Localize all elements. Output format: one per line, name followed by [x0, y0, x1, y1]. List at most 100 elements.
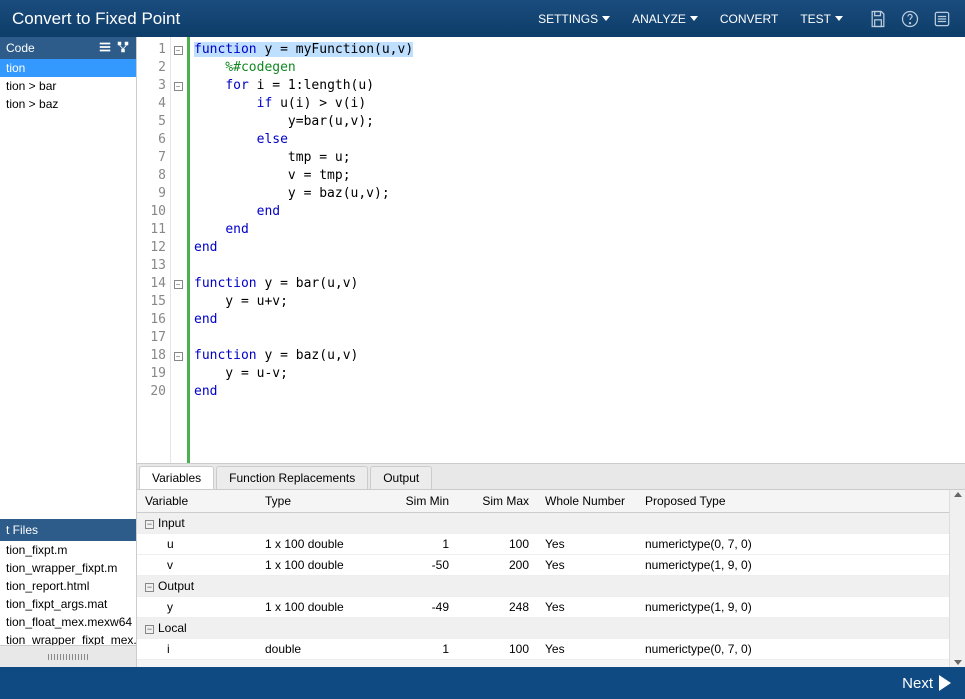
- cell-whole: Yes: [537, 534, 637, 555]
- cell-var: y: [137, 597, 257, 618]
- code-line[interactable]: tmp = u;: [194, 149, 957, 167]
- sidebar-code-item[interactable]: tion > bar: [0, 77, 136, 95]
- fold-marker: [171, 221, 185, 239]
- scroll-down-icon[interactable]: [954, 660, 962, 665]
- tree-view-icon[interactable]: [116, 40, 130, 57]
- column-header[interactable]: Sim Max: [457, 490, 537, 513]
- scroll-up-icon[interactable]: [954, 492, 962, 497]
- tab-function-replacements[interactable]: Function Replacements: [216, 466, 368, 489]
- fold-marker: [171, 95, 185, 113]
- code-line[interactable]: end: [194, 203, 957, 221]
- code-line[interactable]: function y = baz(u,v): [194, 347, 957, 365]
- list-view-icon[interactable]: [98, 40, 112, 57]
- footer-bar: Next: [0, 667, 965, 699]
- cell-prop: numerictype(1, 9, 0): [637, 597, 949, 618]
- line-number: 10: [137, 203, 166, 221]
- group-row[interactable]: −Input: [137, 513, 949, 534]
- table-row[interactable]: u1 x 100 double1100Yesnumerictype(0, 7, …: [137, 534, 949, 555]
- code-line[interactable]: y = u+v;: [194, 293, 957, 311]
- next-button[interactable]: Next: [902, 675, 951, 692]
- sidebar-file-item[interactable]: tion_wrapper_fixpt.m: [0, 559, 136, 577]
- menu-test[interactable]: TEST: [800, 12, 843, 26]
- line-number: 19: [137, 365, 166, 383]
- menu-analyze[interactable]: ANALYZE: [632, 12, 698, 26]
- cell-type: 1 x 100 double: [257, 597, 377, 618]
- column-header[interactable]: Type: [257, 490, 377, 513]
- save-icon[interactable]: [867, 8, 889, 30]
- fold-marker: [171, 149, 185, 167]
- code-line[interactable]: end: [194, 383, 957, 401]
- code-line[interactable]: y = u-v;: [194, 365, 957, 383]
- code-line[interactable]: for i = 1:length(u): [194, 77, 957, 95]
- sidebar-file-item[interactable]: tion_fixpt_args.mat: [0, 595, 136, 613]
- collapse-icon[interactable]: −: [145, 583, 154, 592]
- cell-whole: Yes: [537, 597, 637, 618]
- line-number: 12: [137, 239, 166, 257]
- cell-prop: numerictype(0, 7, 0): [637, 534, 949, 555]
- column-header[interactable]: Sim Min: [377, 490, 457, 513]
- code-line[interactable]: %#codegen: [194, 59, 957, 77]
- code-line[interactable]: end: [194, 221, 957, 239]
- group-row[interactable]: −Local: [137, 618, 949, 639]
- code-line[interactable]: function y = myFunction(u,v): [194, 41, 957, 59]
- cell-whole: Yes: [537, 639, 637, 660]
- fold-marker[interactable]: −: [171, 77, 185, 95]
- next-label: Next: [902, 675, 933, 692]
- code-line[interactable]: end: [194, 239, 957, 257]
- fold-marker[interactable]: −: [171, 347, 185, 365]
- tab-output[interactable]: Output: [370, 466, 432, 489]
- caret-down-icon: [602, 16, 610, 21]
- table-row[interactable]: idouble1100Yesnumerictype(0, 7, 0): [137, 639, 949, 660]
- line-number: 8: [137, 167, 166, 185]
- code-line[interactable]: end: [194, 311, 957, 329]
- collapse-icon[interactable]: −: [145, 520, 154, 529]
- scrollbar[interactable]: [949, 490, 965, 667]
- fold-marker: [171, 203, 185, 221]
- line-number: 5: [137, 113, 166, 131]
- help-icon[interactable]: [899, 8, 921, 30]
- collapse-icon[interactable]: −: [145, 625, 154, 634]
- menu-settings[interactable]: SETTINGS: [538, 12, 610, 26]
- cell-max: 200: [457, 555, 537, 576]
- code-line[interactable]: y=bar(u,v);: [194, 113, 957, 131]
- column-header[interactable]: Whole Number: [537, 490, 637, 513]
- table-row[interactable]: v1 x 100 double-50200Yesnumerictype(1, 9…: [137, 555, 949, 576]
- cell-type: 1 x 100 double: [257, 555, 377, 576]
- menu-convert[interactable]: CONVERT: [720, 12, 778, 26]
- code-line[interactable]: y = baz(u,v);: [194, 185, 957, 203]
- code-line[interactable]: [194, 257, 957, 275]
- line-number: 3: [137, 77, 166, 95]
- top-toolbar: Convert to Fixed Point SETTINGS ANALYZE …: [0, 0, 965, 37]
- sidebar-file-item[interactable]: tion_fixpt.m: [0, 541, 136, 559]
- fold-marker: [171, 59, 185, 77]
- column-header[interactable]: Proposed Type: [637, 490, 949, 513]
- group-row[interactable]: −Output: [137, 576, 949, 597]
- fold-marker: [171, 365, 185, 383]
- tab-strip: VariablesFunction ReplacementsOutput: [137, 464, 965, 490]
- cell-var: v: [137, 555, 257, 576]
- resize-handle[interactable]: [0, 645, 136, 667]
- code-line[interactable]: function y = bar(u,v): [194, 275, 957, 293]
- fold-marker[interactable]: −: [171, 275, 185, 293]
- sidebar-code-item[interactable]: tion: [0, 59, 136, 77]
- tab-variables[interactable]: Variables: [139, 466, 214, 489]
- line-number: 15: [137, 293, 166, 311]
- line-number: 18: [137, 347, 166, 365]
- cell-prop: numerictype(1, 9, 0): [637, 555, 949, 576]
- code-header-label: Code: [6, 41, 35, 55]
- fold-marker[interactable]: −: [171, 41, 185, 59]
- code-line[interactable]: if u(i) > v(i): [194, 95, 957, 113]
- sidebar-code-item[interactable]: tion > baz: [0, 95, 136, 113]
- column-header[interactable]: Variable: [137, 490, 257, 513]
- code-line[interactable]: else: [194, 131, 957, 149]
- sidebar-file-item[interactable]: tion_float_mex.mexw64: [0, 613, 136, 631]
- code-line[interactable]: [194, 329, 957, 347]
- code-panel-header: Code: [0, 37, 136, 59]
- line-number: 13: [137, 257, 166, 275]
- caret-down-icon: [690, 16, 698, 21]
- list-icon[interactable]: [931, 8, 953, 30]
- sidebar-file-item[interactable]: tion_report.html: [0, 577, 136, 595]
- code-line[interactable]: v = tmp;: [194, 167, 957, 185]
- code-editor[interactable]: 1234567891011121314151617181920 −−−− fun…: [137, 37, 965, 463]
- table-row[interactable]: y1 x 100 double-49248Yesnumerictype(1, 9…: [137, 597, 949, 618]
